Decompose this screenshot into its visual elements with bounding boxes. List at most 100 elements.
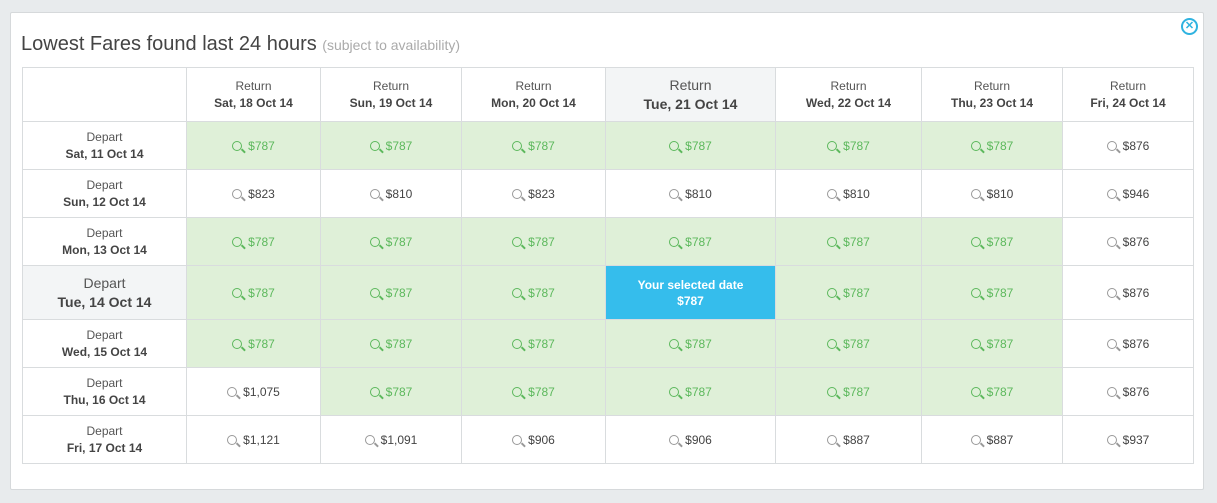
fare-cell[interactable]: $937: [1062, 415, 1194, 464]
fare-price: $876: [1122, 384, 1150, 399]
fare-cell[interactable]: $787: [461, 319, 606, 368]
fare-cell[interactable]: $787: [320, 121, 462, 170]
fare-price: $787: [248, 234, 275, 249]
fare-cell[interactable]: $787: [605, 367, 776, 416]
fare-cell[interactable]: $787: [775, 121, 922, 170]
search-icon: [970, 140, 981, 151]
fare-cell[interactable]: $787: [605, 217, 776, 266]
search-icon: [232, 236, 243, 247]
depart-date: Sun, 12 Oct 14: [63, 195, 146, 209]
fare-price: $787: [843, 234, 870, 249]
fare-cell[interactable]: $787: [320, 265, 462, 320]
fare-cell[interactable]: $876: [1062, 217, 1194, 266]
search-icon: [227, 434, 238, 445]
fare-cell[interactable]: $787: [461, 121, 606, 170]
fare-cell[interactable]: $787: [461, 367, 606, 416]
fare-cell[interactable]: $787: [605, 121, 776, 170]
return-date: Wed, 22 Oct 14: [805, 96, 892, 110]
fare-cell[interactable]: $787: [921, 217, 1063, 266]
fare-cell[interactable]: $787: [775, 367, 922, 416]
fare-grid: Return Sat, 18 Oct 14 Return Sun, 19 Oct 14…: [22, 67, 1194, 464]
depart-label: Depart: [86, 424, 123, 438]
fare-price: $887: [843, 432, 870, 447]
fare-cell[interactable]: $906: [461, 415, 606, 464]
return-date: Fri, 24 Oct 14: [1090, 96, 1166, 110]
search-icon: [669, 386, 680, 397]
fare-cell[interactable]: $1,121: [186, 415, 321, 464]
fare-cell[interactable]: $810: [605, 169, 776, 218]
selected-fare-cell[interactable]: Your selected date $787: [605, 265, 776, 320]
depart-date-header: Depart Sat, 11 Oct 14: [22, 121, 187, 170]
fare-cell[interactable]: $810: [320, 169, 462, 218]
fare-cell[interactable]: $946: [1062, 169, 1194, 218]
fare-cell[interactable]: $876: [1062, 121, 1194, 170]
depart-date: Tue, 14 Oct 14: [57, 294, 152, 310]
close-icon[interactable]: ✕: [1181, 18, 1198, 35]
fare-cell[interactable]: $876: [1062, 319, 1194, 368]
fare-row: Depart Tue, 14 Oct 14 $787 $787 $787 Your sel…: [22, 265, 1194, 320]
fare-price: $787: [528, 234, 555, 249]
depart-label: Depart: [86, 178, 123, 192]
return-label: Return: [669, 77, 712, 93]
return-date: Tue, 21 Oct 14: [643, 96, 738, 112]
fare-row: Depart Sat, 11 Oct 14 $787 $787 $787 $787 $787…: [22, 121, 1194, 170]
fare-price: $787: [248, 336, 275, 351]
fare-cell[interactable]: $887: [921, 415, 1063, 464]
search-icon: [827, 140, 838, 151]
fare-cell[interactable]: $787: [775, 319, 922, 368]
fare-cell[interactable]: $787: [775, 217, 922, 266]
fare-price: $787: [385, 138, 413, 153]
fare-cell[interactable]: $810: [921, 169, 1063, 218]
depart-label: Depart: [83, 275, 126, 291]
fare-price: $1,121: [243, 432, 280, 447]
fare-price: $787: [843, 285, 870, 300]
fare-cell[interactable]: $787: [186, 121, 321, 170]
fare-cell[interactable]: $787: [186, 217, 321, 266]
fare-cell[interactable]: $787: [186, 265, 321, 320]
return-label: Return: [235, 79, 272, 93]
fare-cell[interactable]: $787: [461, 217, 606, 266]
fare-price: $1,075: [243, 384, 280, 399]
fare-cell[interactable]: $787: [921, 121, 1063, 170]
fare-cell[interactable]: $1,075: [186, 367, 321, 416]
fare-cell[interactable]: $787: [186, 319, 321, 368]
fare-cell[interactable]: $787: [921, 367, 1063, 416]
fare-cell[interactable]: $1,091: [320, 415, 462, 464]
fare-price: $937: [1122, 432, 1150, 447]
fare-cell[interactable]: $906: [605, 415, 776, 464]
fare-row: Depart Sun, 12 Oct 14 $823 $810 $823 $810 $810…: [22, 169, 1194, 218]
fare-cell[interactable]: $876: [1062, 367, 1194, 416]
search-icon: [669, 140, 680, 151]
fare-cell[interactable]: $787: [921, 265, 1063, 320]
depart-date-header: Depart Thu, 16 Oct 14: [22, 367, 187, 416]
fare-price: $787: [248, 285, 275, 300]
fare-cell[interactable]: $787: [320, 217, 462, 266]
fare-cell[interactable]: $787: [461, 265, 606, 320]
fare-cell[interactable]: $787: [921, 319, 1063, 368]
title-text: Lowest Fares found last 24 hours: [21, 33, 317, 55]
fare-cell[interactable]: $887: [775, 415, 922, 464]
fare-cell[interactable]: $787: [605, 319, 776, 368]
return-label: Return: [973, 79, 1011, 93]
search-icon: [512, 386, 523, 397]
fare-cell[interactable]: $876: [1062, 265, 1194, 320]
search-icon: [827, 287, 838, 298]
fare-price: $787: [685, 234, 712, 249]
fare-cell[interactable]: $787: [320, 319, 462, 368]
fare-price: $787: [528, 384, 555, 399]
fare-cell[interactable]: $823: [186, 169, 321, 218]
search-icon: [669, 236, 680, 247]
search-icon: [970, 188, 981, 199]
fare-cell[interactable]: $787: [775, 265, 922, 320]
search-icon: [512, 140, 523, 151]
fare-cell[interactable]: $810: [775, 169, 922, 218]
return-date: Mon, 20 Oct 14: [491, 96, 576, 110]
fare-price: $876: [1122, 336, 1150, 351]
fare-cell[interactable]: $823: [461, 169, 606, 218]
search-icon: [232, 287, 243, 298]
search-icon: [1106, 188, 1117, 199]
fare-cell[interactable]: $787: [320, 367, 462, 416]
fare-row: Depart Thu, 16 Oct 14 $1,075 $787 $787 $787 $7…: [22, 367, 1194, 416]
search-icon: [1106, 338, 1117, 349]
fare-price: $787: [843, 384, 870, 399]
